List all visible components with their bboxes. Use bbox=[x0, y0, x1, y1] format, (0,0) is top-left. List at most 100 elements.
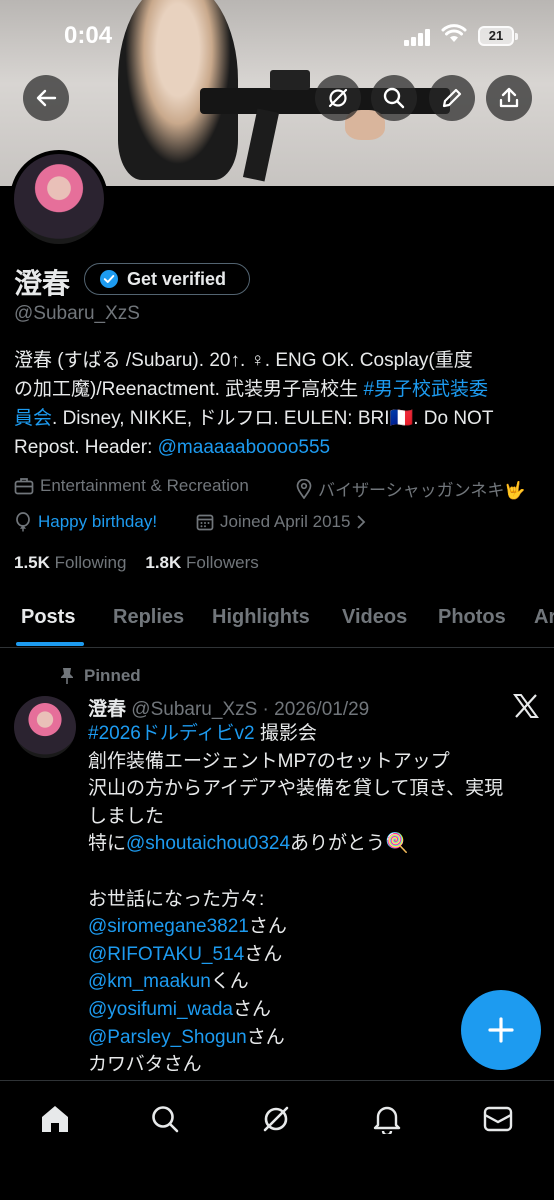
tab-articles[interactable]: Ar bbox=[534, 606, 554, 629]
share-button[interactable] bbox=[486, 75, 532, 121]
bio-line: の加工魔)/Reenactment. 武装男子高校生 #男子校武装委 bbox=[14, 375, 542, 404]
location-pin-icon bbox=[296, 478, 312, 499]
bio-line: 澄春 (すばる /Subaru). 20↑. ♀. ENG OK. Cospla… bbox=[14, 350, 473, 371]
verified-badge-icon bbox=[100, 270, 118, 288]
bio-text: の加工魔)/Reenactment. 武装男子高校生 bbox=[14, 379, 364, 400]
tweet-text-span: 特に bbox=[88, 833, 127, 855]
notifications-icon bbox=[373, 1106, 401, 1134]
grok-nav-icon bbox=[263, 1106, 289, 1132]
tweet-hashtag-link[interactable]: #2026ドルディビv2 bbox=[88, 723, 255, 744]
bio-hashtag-link-cont[interactable]: 員会 bbox=[14, 408, 52, 429]
display-name: 澄春 bbox=[14, 268, 71, 299]
banner-rifle-sight bbox=[270, 70, 310, 90]
explore-icon bbox=[152, 1106, 179, 1133]
status-time: 0:04 bbox=[64, 22, 113, 49]
profile-birthday[interactable]: Happy birthday! bbox=[14, 512, 157, 532]
followers-count: 1.8K bbox=[145, 553, 182, 572]
bio-text: . Do NOT bbox=[413, 408, 494, 429]
edit-button[interactable] bbox=[429, 75, 475, 121]
france-flag: 🇫🇷 bbox=[389, 408, 414, 429]
balloon-icon bbox=[16, 512, 30, 532]
messages-icon bbox=[483, 1106, 513, 1132]
joined-label: Joined April 2015 bbox=[220, 512, 351, 531]
tweet-author[interactable]: 澄春 bbox=[88, 699, 126, 720]
nav-notifications[interactable] bbox=[367, 1099, 407, 1139]
profile-category: Entertainment & Recreation bbox=[14, 476, 249, 496]
home-icon bbox=[42, 1106, 68, 1132]
tweet-line: @km_maakunくん bbox=[88, 968, 528, 996]
location-label: バイザーシャッガンネキ🤟 bbox=[318, 481, 526, 500]
tweet-mention-link[interactable]: @Parsley_Shogun bbox=[88, 1027, 247, 1048]
bio-text: . Disney, NIKKE, ドルフロ. EULEN: BRI bbox=[52, 408, 390, 429]
tweet-mention-link[interactable]: @RIFOTAKU_514 bbox=[88, 944, 244, 965]
nav-grok[interactable] bbox=[256, 1099, 296, 1139]
pin-icon bbox=[61, 668, 73, 684]
tweet-avatar[interactable] bbox=[14, 696, 76, 758]
nav-messages[interactable] bbox=[478, 1099, 518, 1139]
profile-avatar[interactable] bbox=[10, 150, 108, 248]
tweet-mention-link[interactable]: @shoutaichou0324 bbox=[126, 833, 290, 854]
tweet-line: カワバタさん bbox=[88, 1054, 202, 1076]
birthday-label[interactable]: Happy birthday! bbox=[38, 512, 157, 532]
profile-bio: 澄春 (すばる /Subaru). 20↑. ♀. ENG OK. Cospla… bbox=[14, 346, 542, 462]
tweet-text-span: くん bbox=[210, 971, 249, 993]
grok-icon bbox=[328, 88, 348, 108]
tab-replies[interactable]: Replies bbox=[113, 606, 184, 629]
category-label: Entertainment & Recreation bbox=[40, 476, 249, 495]
tab-posts[interactable]: Posts bbox=[21, 606, 75, 629]
briefcase-icon bbox=[14, 478, 34, 495]
tweet-mention-link[interactable]: @yosifumi_wada bbox=[88, 999, 233, 1020]
grok-button[interactable] bbox=[315, 75, 361, 121]
tweet-line: @RIFOTAKU_514さん bbox=[88, 941, 528, 969]
back-arrow-icon bbox=[36, 89, 57, 107]
edit-icon bbox=[442, 88, 462, 108]
tweet-mention-link[interactable]: @km_maakun bbox=[88, 971, 211, 992]
nav-explore[interactable] bbox=[145, 1099, 185, 1139]
following-label: Following bbox=[54, 553, 127, 572]
pinned-text: Pinned bbox=[84, 666, 141, 685]
tab-photos[interactable]: Photos bbox=[438, 606, 506, 629]
bio-line: Repost. Header: @maaaaaboooo555 bbox=[14, 433, 542, 462]
search-icon bbox=[383, 87, 405, 109]
search-button[interactable] bbox=[371, 75, 417, 121]
tweet-mention-link[interactable]: @siromegane3821 bbox=[88, 916, 249, 937]
bio-hashtag-link[interactable]: #男子校武装委 bbox=[363, 379, 488, 400]
profile-location: バイザーシャッガンネキ🤟 bbox=[296, 476, 526, 501]
tweet-line: しました bbox=[88, 805, 165, 827]
tweet-text-span: さん bbox=[232, 998, 271, 1020]
tweet-line: 特に@shoutaichou0324ありがとう🍭 bbox=[88, 830, 528, 858]
plus-icon bbox=[488, 1017, 514, 1043]
get-verified-button[interactable]: Get verified bbox=[84, 263, 250, 295]
active-tab-indicator bbox=[16, 642, 84, 646]
tweet-line: #2026ドルディビv2 撮影会 bbox=[88, 720, 528, 748]
following-link[interactable]: 1.5K Following bbox=[14, 553, 126, 572]
share-icon bbox=[499, 87, 519, 108]
battery-icon: 21 bbox=[478, 26, 518, 46]
battery-level: 21 bbox=[488, 28, 504, 43]
profile-joined[interactable]: Joined April 2015 bbox=[196, 512, 366, 532]
tab-highlights[interactable]: Highlights bbox=[212, 606, 310, 629]
bio-header-credit-link[interactable]: @maaaaaboooo555 bbox=[158, 437, 330, 458]
profile-tabs: Posts Replies Highlights Videos Photos A… bbox=[0, 596, 554, 648]
followers-label: Followers bbox=[186, 553, 259, 572]
profile-handle: @Subaru_XzS bbox=[14, 303, 140, 324]
chevron-right-icon bbox=[357, 515, 366, 529]
wifi-icon bbox=[441, 24, 467, 42]
tweet-line: 沢山の方からアイデアや装備を貸して頂き、実現 bbox=[88, 778, 504, 800]
bottom-navigation bbox=[0, 1080, 554, 1200]
tweet-line: お世話になった方々: bbox=[88, 888, 265, 910]
compose-post-button[interactable] bbox=[461, 990, 541, 1070]
calendar-icon bbox=[196, 514, 214, 531]
back-button[interactable] bbox=[23, 75, 69, 121]
tweet-line: @siromegane3821さん bbox=[88, 913, 528, 941]
nav-home[interactable] bbox=[35, 1099, 75, 1139]
tweet-line: 創作装備エージェントMP7のセットアップ bbox=[88, 750, 450, 772]
tweet-text-span: さん bbox=[244, 943, 283, 965]
tab-videos[interactable]: Videos bbox=[342, 606, 407, 629]
follow-counts: 1.5K Following 1.8K Followers bbox=[14, 553, 259, 573]
following-count: 1.5K bbox=[14, 553, 50, 572]
banner-rifle-grip bbox=[242, 108, 280, 182]
followers-link[interactable]: 1.8K Followers bbox=[145, 553, 258, 572]
x-logo-icon bbox=[513, 694, 539, 718]
